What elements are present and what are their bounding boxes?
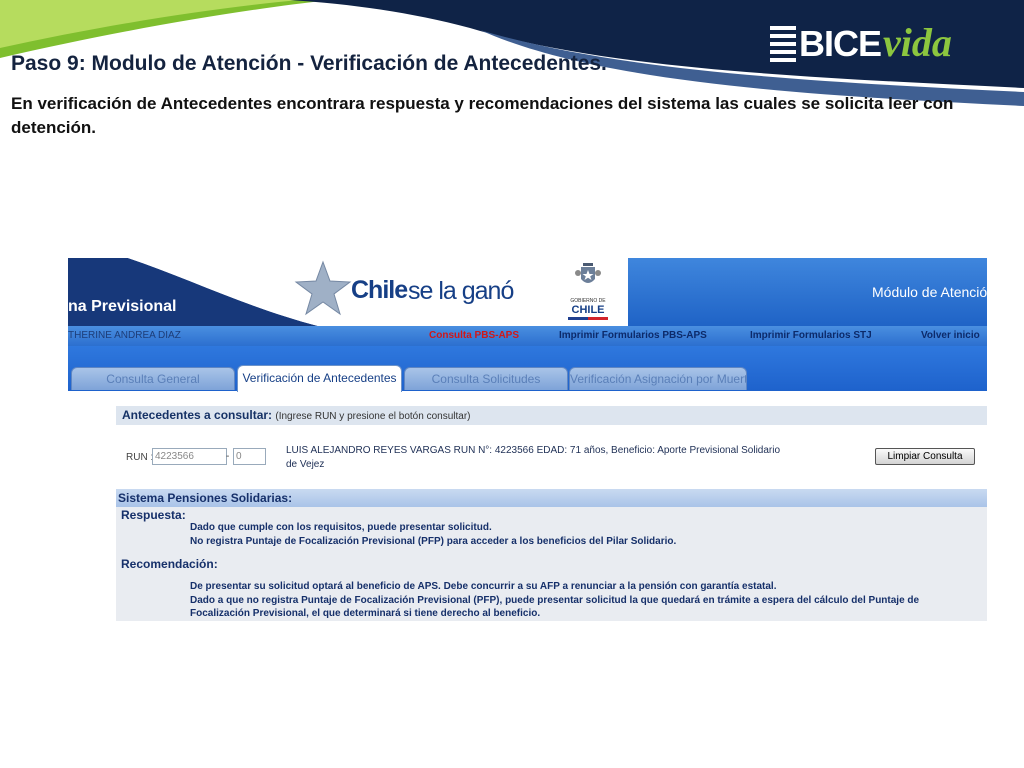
recomendacion-line: Dado a que no registra Puntaje de Focali… — [190, 595, 920, 606]
logo-bice-text: BICE — [799, 23, 882, 64]
app-banner: na Previsional Chile se la ganó GOBIERNO… — [68, 258, 987, 326]
respuesta-label: Respuesta: — [121, 508, 186, 522]
recomendacion-line: Focalización Previsional, el que determi… — [190, 608, 541, 619]
nav-link-consulta-pbs-aps[interactable]: Consulta PBS-APS — [429, 330, 519, 341]
tab-consulta-solicitudes[interactable]: Consulta Solicitudes — [404, 367, 568, 390]
slide-title: Paso 9: Modulo de Atención - Verificació… — [11, 52, 607, 75]
tab-strip: Consulta General Verificación de Anteced… — [68, 346, 987, 392]
run-input[interactable] — [152, 448, 227, 465]
flag-bar — [568, 317, 608, 320]
module-title: Módulo de Atención — [872, 284, 987, 300]
person-info: LUIS ALEJANDRO REYES VARGAS RUN N°: 4223… — [286, 445, 781, 470]
tab-verificacion-asignacion-muerte[interactable]: Verificación Asignación por Muerte — [569, 367, 747, 390]
system-name: na Previsional — [68, 298, 177, 315]
run-label: RUN : — [126, 452, 154, 463]
coat-of-arms-icon — [575, 263, 601, 283]
user-name: THERINE ANDREA DIAZ — [68, 330, 181, 341]
app-screenshot: na Previsional Chile se la ganó GOBIERNO… — [68, 258, 987, 621]
antecedentes-hint: (Ingrese RUN y presione el botón consult… — [275, 411, 471, 422]
antecedentes-section-header: Antecedentes a consultar: (Ingrese RUN y… — [116, 406, 987, 425]
run-dash: - — [226, 451, 230, 462]
gobierno-chile-text: CHILE — [571, 304, 605, 316]
sps-title: Sistema Pensiones Solidarias: — [118, 491, 293, 505]
tab-verificacion-antecedentes[interactable]: Verificación de Antecedentes — [237, 365, 402, 392]
nav-link-imprimir-pbs-aps[interactable]: Imprimir Formularios PBS-APS — [559, 330, 707, 341]
antecedentes-title-text: Antecedentes a consultar: — [122, 408, 273, 422]
top-nav-bar: THERINE ANDREA DIAZ Consulta PBS-APS Imp… — [68, 326, 987, 346]
tab-content: Antecedentes a consultar: (Ingrese RUN y… — [116, 406, 987, 621]
dv-input[interactable] — [233, 448, 266, 465]
bicevida-logo: BICE vida — [770, 20, 1010, 65]
respuesta-line: No registra Puntaje de Focalización Prev… — [190, 536, 677, 547]
logo-bars-icon — [770, 26, 796, 62]
tab-consulta-general[interactable]: Consulta General — [71, 367, 235, 390]
sps-section-header: Sistema Pensiones Solidarias: — [116, 489, 987, 507]
logo-vida-text: vida — [883, 19, 952, 65]
slogan-rest: se la ganó — [408, 277, 514, 305]
sps-section-body: Respuesta: Dado que cumple con los requi… — [116, 507, 987, 621]
nav-link-imprimir-stj[interactable]: Imprimir Formularios STJ — [750, 330, 872, 341]
recomendacion-label: Recomendación: — [121, 557, 218, 571]
slogan-chile: Chile — [351, 276, 408, 304]
recomendacion-line: De presentar su solicitud optará al bene… — [190, 581, 777, 592]
antecedentes-title: Antecedentes a consultar: (Ingrese RUN y… — [122, 408, 470, 422]
nav-link-volver-inicio[interactable]: Volver inicio — [921, 330, 980, 341]
banner-white-area: na Previsional Chile se la ganó GOBIERNO… — [68, 258, 628, 326]
respuesta-line: Dado que cumple con los requisitos, pued… — [190, 522, 492, 533]
slide-description: En verificación de Antecedentes encontra… — [11, 94, 954, 137]
gobierno-de-chile-logo: GOBIERNO DE CHILE — [559, 261, 617, 323]
star-icon — [294, 260, 352, 316]
limpiar-consulta-button[interactable]: Limpiar Consulta — [875, 448, 975, 465]
